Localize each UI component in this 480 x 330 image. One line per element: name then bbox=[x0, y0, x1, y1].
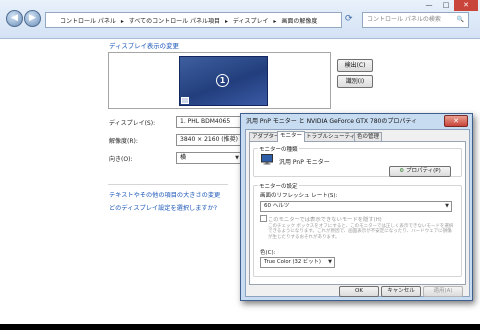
chevron-down-icon: ▼ bbox=[235, 155, 239, 161]
breadcrumb-separator: ▸ bbox=[224, 18, 228, 25]
breadcrumb-item[interactable]: ディスプレイ bbox=[233, 18, 269, 25]
ok-button[interactable]: OK bbox=[339, 286, 379, 297]
monitor-properties-button[interactable]: ⚙ プロパティ(P) bbox=[389, 166, 451, 177]
apply-button[interactable]: 適用(A) bbox=[423, 286, 463, 297]
search-placeholder: コントロール パネルの検索 bbox=[367, 16, 441, 23]
breadcrumb-separator: ▸ bbox=[120, 18, 124, 25]
identify-button[interactable]: 識別(I) bbox=[337, 75, 373, 88]
maximize-button[interactable]: □ bbox=[438, 0, 454, 11]
monitor-thumbnail[interactable]: 1 bbox=[179, 56, 268, 106]
refresh-rate-select[interactable]: 60 ヘルツ ▼ bbox=[260, 201, 452, 212]
address-box[interactable]: コントロール パネル ▸ すべてのコントロール パネル項目 ▸ ディスプレイ ▸… bbox=[45, 12, 342, 28]
dialog-body: アダプター モニター トラブルシューティング 色の管理 モニターの種類 汎用 P… bbox=[245, 129, 470, 297]
monitor-type-title: モニターの種類 bbox=[258, 145, 299, 153]
monitor-name: 汎用 PnP モニター bbox=[279, 159, 330, 166]
back-button[interactable]: ◀ bbox=[6, 10, 23, 27]
refresh-rate-label: 画面のリフレッシュ レート(S): bbox=[260, 193, 338, 199]
monitor-settings-title: モニターの設定 bbox=[258, 182, 299, 190]
hide-modes-description: このチェック ボックスをオフにすると、このモニターでは正しく表示できないモードを… bbox=[268, 224, 454, 240]
tab-monitor[interactable]: モニター bbox=[277, 131, 306, 142]
resolution-select[interactable]: 3840 × 2160 (推奨) bbox=[176, 134, 242, 146]
display-select[interactable]: 1. PHL BDM4065 bbox=[176, 116, 242, 128]
resolution-value: 3840 × 2160 (推奨) bbox=[180, 136, 238, 143]
address-bar-area: — □ ✕ ◀ ▶ コントロール パネル ▸ すべてのコントロール パネル項目 … bbox=[0, 0, 480, 39]
divider bbox=[108, 184, 228, 185]
chevron-down-icon: ▼ bbox=[328, 259, 332, 265]
breadcrumb-item[interactable]: すべてのコントロール パネル項目 bbox=[129, 18, 220, 25]
colors-select[interactable]: True Color (32 ビット) ▼ bbox=[260, 257, 335, 268]
breadcrumb: コントロール パネル ▸ すべてのコントロール パネル項目 ▸ ディスプレイ ▸… bbox=[60, 16, 320, 25]
text-size-link[interactable]: テキストやその他の項目の大きさの変更 bbox=[109, 190, 220, 199]
hide-modes-checkbox[interactable] bbox=[260, 215, 267, 222]
window-close-button[interactable]: ✕ bbox=[454, 0, 478, 11]
monitor-settings-group: モニターの設定 画面のリフレッシュ レート(S): 60 ヘルツ ▼ このモニタ… bbox=[253, 182, 462, 277]
colors-label: 色(C): bbox=[260, 250, 276, 256]
refresh-rate-value: 60 ヘルツ bbox=[264, 203, 290, 209]
page-title: ディスプレイ表示の変更 bbox=[109, 42, 179, 50]
breadcrumb-separator: ▸ bbox=[273, 18, 277, 25]
search-icon: 🔍 bbox=[456, 16, 464, 23]
dialog-title: 汎用 PnP モニター と NVIDIA GeForce GTX 780のプロパ… bbox=[246, 118, 418, 125]
properties-dialog: 汎用 PnP モニター と NVIDIA GeForce GTX 780のプロパ… bbox=[240, 113, 473, 301]
display-settings-help-link[interactable]: どのディスプレイ設定を選択しますか? bbox=[109, 203, 217, 212]
monitor-number: 1 bbox=[216, 74, 229, 87]
breadcrumb-item[interactable]: コントロール パネル bbox=[60, 18, 116, 25]
properties-button-label: プロパティ(P) bbox=[405, 168, 441, 174]
monitor-type-group: モニターの種類 汎用 PnP モニター ⚙ プロパティ(P) bbox=[253, 145, 462, 177]
colors-value: True Color (32 ビット) bbox=[264, 259, 321, 265]
detect-button[interactable]: 検出(C) bbox=[337, 59, 373, 72]
monitor-tab-panel: モニターの種類 汎用 PnP モニター ⚙ プロパティ(P) モニターの設定 画… bbox=[249, 141, 466, 285]
orientation-label: 向き(O): bbox=[109, 156, 133, 163]
monitor-preview-area: 1 bbox=[108, 52, 331, 109]
hide-modes-label: このモニターでは表示できないモードを隠す(H) bbox=[268, 217, 382, 223]
screen-bottom-edge bbox=[0, 324, 480, 330]
dialog-close-button[interactable]: ✕ bbox=[444, 115, 468, 127]
chevron-down-icon: ▼ bbox=[445, 203, 449, 209]
forward-button[interactable]: ▶ bbox=[24, 10, 41, 27]
resolution-label: 解像度(R): bbox=[109, 138, 138, 145]
orientation-value: 横 bbox=[180, 154, 187, 161]
display-label: ディスプレイ(S): bbox=[109, 120, 156, 127]
display-value: 1. PHL BDM4065 bbox=[180, 118, 231, 125]
cancel-button[interactable]: キャンセル bbox=[381, 286, 421, 297]
monitor-icon bbox=[261, 154, 273, 165]
refresh-icon[interactable]: ⟳ bbox=[345, 13, 357, 25]
breadcrumb-item[interactable]: 画面の解像度 bbox=[281, 18, 317, 25]
minimize-button[interactable]: — bbox=[420, 0, 438, 11]
monitor-icon bbox=[181, 97, 189, 104]
search-input[interactable]: コントロール パネルの検索 🔍 bbox=[362, 12, 469, 28]
shield-icon: ⚙ bbox=[399, 168, 405, 174]
orientation-select[interactable]: 横 ▼ bbox=[176, 152, 242, 164]
